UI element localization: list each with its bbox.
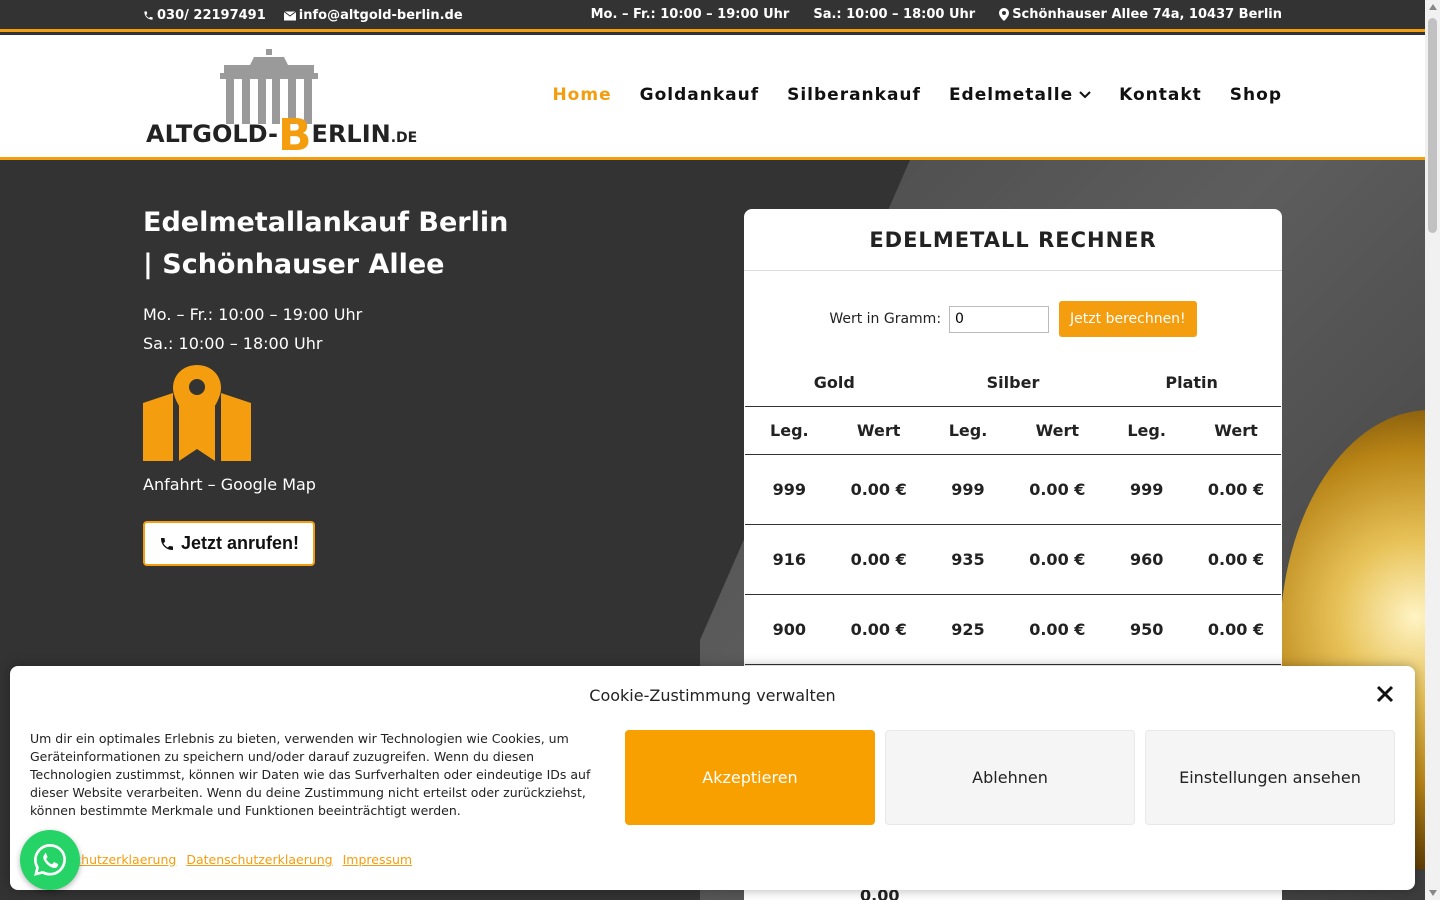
accept-button[interactable]: Akzeptieren (625, 730, 875, 825)
platin-value: 0.00 € (1191, 455, 1281, 525)
platin-value: 0.00 € (1191, 595, 1281, 665)
cookie-consent-banner: Cookie-Zustimmung verwalten Um dir ein o… (10, 666, 1415, 890)
platin-alloy: 960 (1102, 525, 1191, 595)
cookie-text: Um dir ein optimales Erlebnis zu bieten,… (30, 731, 591, 818)
calculator-form: Wert in Gramm: Jetzt berechnen! (744, 301, 1282, 337)
table-row: 916 0.00 € 935 0.00 € 960 0.00 € (745, 525, 1281, 595)
address-text: Schönhauser Allee 74a, 10437 Berlin (1012, 7, 1282, 22)
cookie-links: Datenschutzerklaerung Datenschutzerklaer… (30, 852, 412, 867)
topbar-hours-saturday: Sa.: 10:00 – 18:00 Uhr (813, 7, 976, 22)
phone-link[interactable]: 030/ 22197491 (143, 8, 266, 23)
email-link[interactable]: info@altgold-berlin.de (283, 8, 463, 23)
col-header-leg: Leg. (745, 407, 834, 455)
close-icon[interactable] (1375, 684, 1395, 704)
phone-number: 030/ 22197491 (157, 8, 266, 23)
gold-alloy: 999 (745, 455, 834, 525)
table-row: 900 0.00 € 925 0.00 € 950 0.00 € (745, 595, 1281, 665)
nav-silberankauf[interactable]: Silberankauf (787, 85, 921, 105)
silver-value: 0.00 € (1012, 455, 1103, 525)
call-now-button[interactable]: Jetzt anrufen! (143, 521, 316, 566)
imprint-link[interactable]: Impressum (343, 852, 412, 867)
grams-label: Wert in Gramm: (829, 311, 942, 327)
table-row: 999 0.00 € 999 0.00 € 999 0.00 € (745, 455, 1281, 525)
silver-value: 0.00 € (1012, 525, 1103, 595)
whatsapp-icon (34, 844, 66, 876)
silver-alloy: 999 (923, 455, 1013, 525)
nav-edelmetalle[interactable]: Edelmetalle (949, 85, 1091, 105)
whatsapp-button[interactable] (20, 830, 80, 890)
silver-alloy: 925 (923, 595, 1013, 665)
logo-wordmark: ALTGOLD-BERLIN.DE (146, 110, 418, 161)
col-header-wert: Wert (1191, 407, 1281, 455)
metal-header-silber: Silber (923, 359, 1103, 407)
hero-title: Edelmetallankauf Berlin | Schönhauser Al… (143, 207, 509, 280)
platin-alloy: 999 (1102, 455, 1191, 525)
col-header-wert: Wert (1012, 407, 1103, 455)
col-header-leg: Leg. (1102, 407, 1191, 455)
gold-alloy: 900 (745, 595, 834, 665)
calculate-button[interactable]: Jetzt berechnen! (1059, 301, 1197, 337)
scroll-down-icon[interactable] (1429, 890, 1437, 896)
opening-hours: Mo. – Fr.: 10:00 – 19:00 Uhr Sa.: 10:00 … (143, 300, 362, 358)
gold-value: 0.00 € (833, 525, 924, 595)
map-pin-icon (999, 8, 1010, 21)
phone-icon (161, 537, 173, 550)
silver-value: 0.00 € (1012, 595, 1103, 665)
main-nav: Home Goldankauf Silberankauf Edelmetalle… (552, 85, 1282, 105)
calculator-title: EDELMETALL RECHNER (744, 209, 1282, 271)
rates-table: Gold Silber Platin Leg. Wert Leg. Wert L… (745, 359, 1281, 665)
platin-value: 0.00 € (1191, 525, 1281, 595)
top-info-bar: 030/ 22197491 info@altgold-berlin.de Mo.… (0, 0, 1425, 32)
nav-shop[interactable]: Shop (1230, 85, 1282, 105)
scrollbar-thumb[interactable] (1428, 18, 1437, 233)
cookie-title: Cookie-Zustimmung verwalten (589, 686, 836, 705)
site-header: ALTGOLD-BERLIN.DE Home Goldankauf Silber… (0, 35, 1425, 161)
silver-alloy: 935 (923, 525, 1013, 595)
email-address: info@altgold-berlin.de (298, 8, 463, 23)
nav-kontakt[interactable]: Kontakt (1119, 85, 1202, 105)
nav-home[interactable]: Home (552, 85, 611, 105)
view-settings-button[interactable]: Einstellungen ansehen (1145, 730, 1395, 825)
nav-goldankauf[interactable]: Goldankauf (640, 85, 759, 105)
gold-value: 0.00 € (833, 455, 924, 525)
topbar-hours-weekday: Mo. – Fr.: 10:00 – 19:00 Uhr (590, 7, 790, 22)
phone-icon (144, 11, 153, 20)
map-icon[interactable] (143, 365, 251, 467)
grams-input[interactable] (949, 305, 1050, 333)
hours-weekday: Mo. – Fr.: 10:00 – 19:00 Uhr (143, 305, 363, 324)
topbar-address: Schönhauser Allee 74a, 10437 Berlin (999, 7, 1282, 22)
metal-header-gold: Gold (745, 359, 924, 407)
col-header-wert: Wert (833, 407, 924, 455)
gold-value: 0.00 € (833, 595, 924, 665)
platin-alloy: 950 (1102, 595, 1191, 665)
col-header-leg: Leg. (923, 407, 1013, 455)
page-scrollbar[interactable] (1425, 0, 1440, 900)
chevron-down-icon (1079, 91, 1091, 99)
mail-icon (283, 10, 296, 20)
gold-alloy: 916 (745, 525, 834, 595)
map-link[interactable]: Anfahrt – Google Map (143, 475, 316, 494)
scroll-up-icon[interactable] (1429, 4, 1437, 10)
hours-saturday: Sa.: 10:00 – 18:00 Uhr (143, 334, 323, 353)
deny-button[interactable]: Ablehnen (885, 730, 1135, 825)
privacy-link-2[interactable]: Datenschutzerklaerung (186, 852, 332, 867)
metal-header-platin: Platin (1102, 359, 1281, 407)
site-logo[interactable]: ALTGOLD-BERLIN.DE (146, 47, 417, 161)
